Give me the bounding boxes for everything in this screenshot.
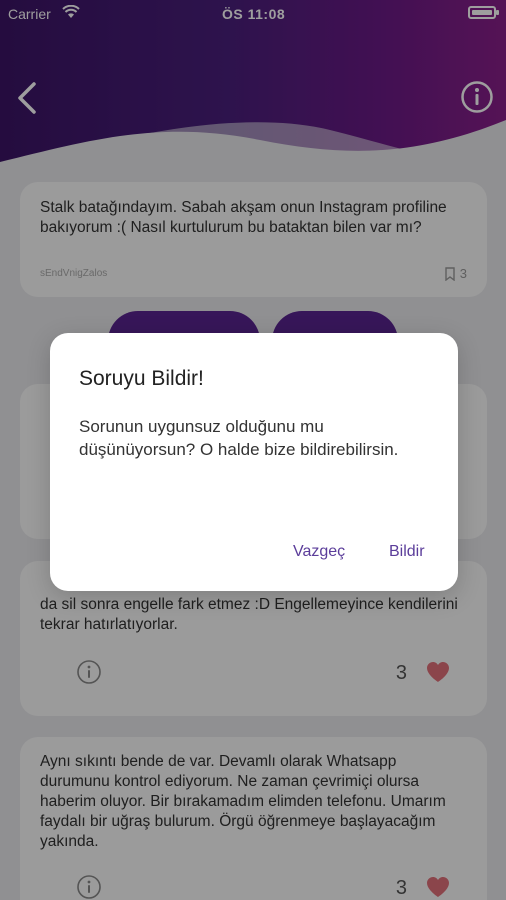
report-button[interactable]: Bildir — [389, 543, 425, 561]
dialog-title: Soruyu Bildir! — [79, 367, 204, 390]
cancel-button[interactable]: Vazgeç — [293, 543, 345, 561]
dialog-message: Sorunun uygunsuz olduğunu mu düşünüyorsu… — [79, 417, 399, 459]
report-dialog: Soruyu Bildir! Sorunun uygunsuz olduğunu… — [50, 333, 458, 591]
